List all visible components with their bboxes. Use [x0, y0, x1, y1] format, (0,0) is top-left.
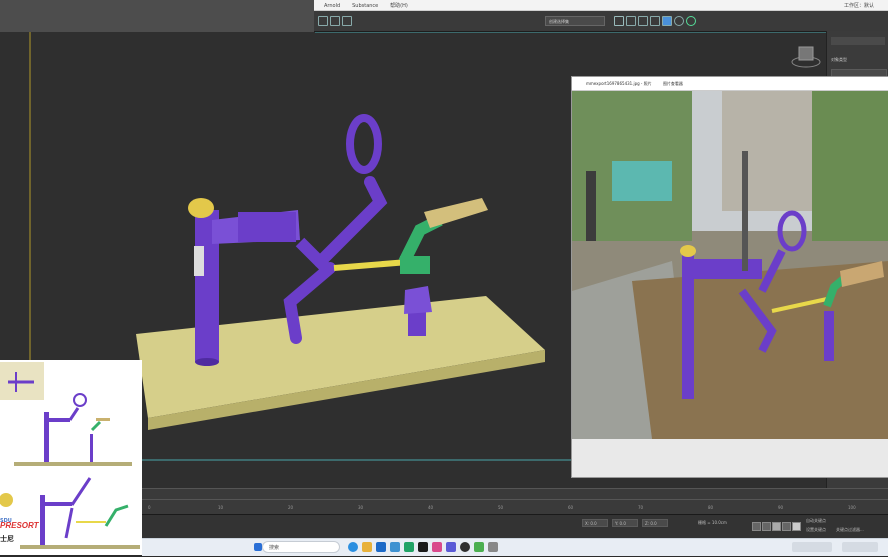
status-bar: X: 0.0 Y: 0.0 Z: 0.0 栅格 = 10.0cm 自动关键点 设…: [142, 514, 888, 539]
app-icon[interactable]: [474, 542, 484, 552]
timeline-tick: 40: [428, 505, 434, 510]
timeline-tick: 100: [848, 505, 856, 510]
store-app-icon[interactable]: [390, 542, 400, 552]
timeline-tick: 50: [498, 505, 504, 510]
named-selection-dropdown[interactable]: 创建选择集: [545, 16, 605, 26]
align-icon[interactable]: [626, 16, 636, 26]
grid-size-label: 栅格 = 10.0cm: [698, 520, 727, 525]
material-editor-icon[interactable]: [674, 16, 684, 26]
render-setup-icon[interactable]: [686, 16, 696, 26]
brand-logo-text: PRESORT: [0, 521, 39, 530]
autokey-button[interactable]: 自动关键点: [806, 518, 826, 524]
layer-manager-icon[interactable]: [638, 16, 648, 26]
coord-y-field[interactable]: Y: 0.0: [612, 519, 638, 527]
clock-area[interactable]: [842, 542, 878, 552]
timeline-track: [142, 499, 888, 500]
timeline-tick: 60: [568, 505, 574, 510]
add-key-icon[interactable]: [792, 522, 801, 531]
obs-icon[interactable]: [460, 542, 470, 552]
curve-editor-icon[interactable]: [650, 16, 660, 26]
photo-viewer-titlebar: mmexport1697865431.jpg - 照片 图片查看器: [572, 77, 888, 91]
file-explorer-icon[interactable]: [362, 542, 372, 552]
menu-item-help[interactable]: 帮助(H): [390, 2, 408, 9]
goto-start-icon[interactable]: [752, 522, 761, 531]
timeline-tick: 0: [148, 505, 151, 510]
mail-app-icon[interactable]: [376, 542, 386, 552]
viewcube-icon[interactable]: [788, 42, 824, 70]
play-icon[interactable]: [772, 522, 781, 531]
workspace-label[interactable]: 工作区：默认: [844, 2, 874, 9]
photo-viewer-title: mmexport1697865431.jpg - 照片: [586, 81, 652, 86]
reference-photo: [572, 91, 888, 439]
photo-viewer-window: mmexport1697865431.jpg - 照片 图片查看器: [571, 76, 888, 478]
timeline-tick: 20: [288, 505, 294, 510]
taskbar-search-box[interactable]: 搜索: [262, 541, 340, 553]
coord-x-field[interactable]: X: 0.0: [582, 519, 608, 527]
timeline-tick: 90: [778, 505, 784, 510]
windows-taskbar: 搜索: [142, 538, 888, 556]
tool-icon[interactable]: [488, 542, 498, 552]
object-type-label: 对象类型: [831, 57, 847, 62]
photo-viewer-subtitle: 图片查看器: [662, 81, 683, 86]
system-tray[interactable]: [792, 542, 832, 552]
mirror-icon[interactable]: [614, 16, 624, 26]
timeline-tick: 10: [218, 505, 224, 510]
3dsmax-icon[interactable]: [418, 542, 428, 552]
app-icon[interactable]: [446, 542, 456, 552]
lasso-select-icon[interactable]: [330, 16, 340, 26]
prev-frame-icon[interactable]: [762, 522, 771, 531]
brand-cn-text: 士尼: [0, 535, 14, 543]
timeline-tick: 30: [358, 505, 364, 510]
wechat-icon[interactable]: [404, 542, 414, 552]
key-filter-button[interactable]: 关键点过滤器...: [836, 527, 864, 533]
coord-z-field[interactable]: Z: 0.0: [642, 519, 668, 527]
photos-app-icon[interactable]: [432, 542, 442, 552]
menu-item-arnold[interactable]: Arnold: [324, 3, 340, 9]
timeline-tick: 70: [638, 505, 644, 510]
timeline-tick: 80: [708, 505, 714, 510]
reference-sheet-panel: SDU PRESORT 士尼: [0, 360, 142, 555]
select-tool-icon[interactable]: [318, 16, 328, 26]
window-crossing-icon[interactable]: [342, 16, 352, 26]
next-frame-icon[interactable]: [782, 522, 791, 531]
menu-item-substance[interactable]: Substance: [352, 3, 378, 9]
setkey-button[interactable]: 设置关键点: [806, 527, 826, 533]
timeline-slider[interactable]: 0 10 20 30 40 50 60 70 80 90 100: [142, 488, 888, 515]
menu-bar: Arnold Substance 帮助(H) 工作区：默认: [314, 0, 888, 11]
command-panel-tabs[interactable]: [831, 37, 885, 45]
schematic-view-icon[interactable]: [662, 16, 672, 26]
edge-browser-icon[interactable]: [348, 542, 358, 552]
start-menu-icon[interactable]: [254, 543, 262, 551]
